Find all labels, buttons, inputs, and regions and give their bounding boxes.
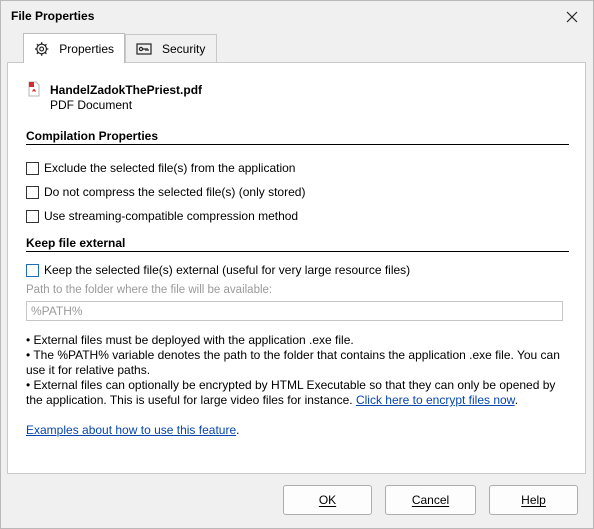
examples-row: Examples about how to use this feature. [26, 423, 239, 437]
streaming-label: Use streaming-compatible compression met… [44, 209, 299, 223]
section-divider [26, 144, 569, 145]
streaming-checkbox-row[interactable]: Use streaming-compatible compression met… [26, 209, 298, 223]
file-type: PDF Document [50, 98, 133, 112]
file-properties-dialog: File Properties Properties Security Hand… [0, 0, 594, 529]
external-section-title: Keep file external [26, 236, 126, 250]
key-card-icon [136, 42, 152, 55]
compilation-section-title: Compilation Properties [26, 129, 159, 143]
keep-external-label: Keep the selected file(s) external (usef… [44, 263, 411, 277]
exclude-checkbox[interactable] [26, 161, 39, 175]
ok-label: OK [318, 493, 337, 507]
path-input[interactable] [26, 301, 563, 321]
tab-properties[interactable]: Properties [23, 33, 125, 63]
no-compress-checkbox-row[interactable]: Do not compress the selected file(s) (on… [26, 185, 305, 199]
exclude-label: Exclude the selected file(s) from the ap… [44, 161, 296, 175]
encrypt-files-link[interactable]: Click here to encrypt files now [356, 393, 515, 407]
pdf-icon [28, 81, 40, 97]
note-path-variable: • The %PATH% variable denotes the path t… [26, 348, 560, 377]
cancel-button[interactable]: Cancel [385, 485, 476, 515]
cancel-label: Cancel [411, 493, 450, 507]
note-encrypt: • External files can optionally be encry… [26, 378, 572, 408]
exclude-checkbox-row[interactable]: Exclude the selected file(s) from the ap… [26, 161, 295, 175]
close-button[interactable] [557, 5, 587, 29]
keep-external-checkbox[interactable] [26, 263, 39, 277]
title-bar: File Properties [1, 1, 593, 33]
ok-button[interactable]: OK [283, 485, 372, 515]
examples-suffix: . [236, 423, 240, 437]
tab-properties-label: Properties [59, 41, 114, 56]
dialog-title: File Properties [11, 9, 95, 23]
help-button[interactable]: Help [489, 485, 578, 515]
close-icon [566, 11, 578, 23]
path-label: Path to the folder where the file will b… [26, 284, 273, 296]
no-compress-checkbox[interactable] [26, 185, 39, 199]
notes: • External files must be deployed with t… [26, 333, 572, 408]
tab-security-label: Security [162, 41, 206, 56]
file-name: HandelZadokThePriest.pdf [50, 83, 203, 97]
encrypt-link-suffix: . [514, 393, 519, 407]
examples-link[interactable]: Examples about how to use this feature [26, 423, 236, 437]
section-divider [26, 251, 569, 252]
tab-security[interactable]: Security [125, 34, 217, 62]
keep-external-checkbox-row[interactable]: Keep the selected file(s) external (usef… [26, 263, 410, 277]
help-label: Help [521, 493, 546, 507]
properties-panel: HandelZadokThePriest.pdf PDF Document Co… [7, 62, 586, 474]
gear-icon [34, 41, 49, 56]
note-deploy: • External files must be deployed with t… [26, 333, 354, 347]
streaming-checkbox[interactable] [26, 209, 39, 223]
no-compress-label: Do not compress the selected file(s) (on… [44, 185, 306, 199]
